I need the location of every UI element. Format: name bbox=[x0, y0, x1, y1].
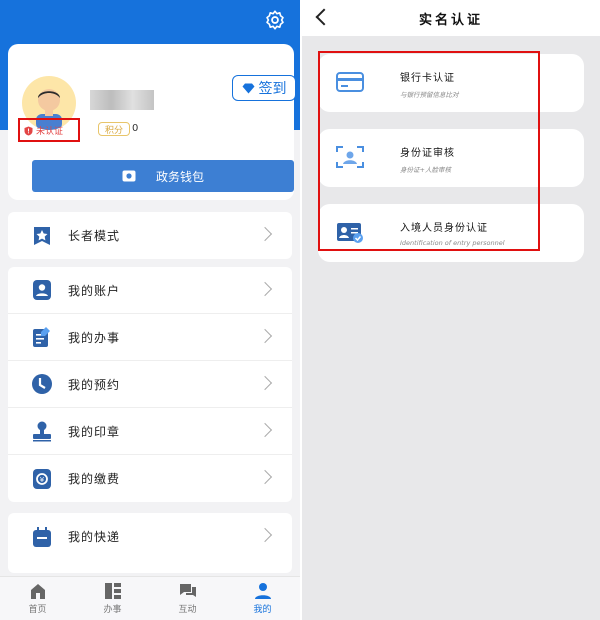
highlight-box-options bbox=[318, 51, 540, 251]
menu-label: 我的办事 bbox=[68, 330, 121, 345]
menu-group-express: 我的快递 bbox=[8, 513, 292, 573]
gov-wallet-button[interactable]: 政务钱包 bbox=[32, 160, 294, 192]
sign-in-button[interactable]: 签到 bbox=[232, 75, 296, 101]
username-blurred bbox=[90, 90, 154, 110]
chevron-right-icon bbox=[257, 422, 273, 438]
menu-item-my-payments[interactable]: ¥ 我的缴费 bbox=[8, 455, 292, 502]
menu-label: 我的账户 bbox=[68, 283, 121, 298]
tab-label: 首页 bbox=[28, 605, 47, 615]
tab-label: 互动 bbox=[178, 605, 197, 615]
menu-item-elder-mode[interactable]: 长者模式 bbox=[8, 212, 292, 259]
svg-text:¥: ¥ bbox=[40, 476, 45, 484]
menu-item-my-affairs[interactable]: 我的办事 bbox=[8, 314, 292, 361]
points-label: 积分 bbox=[105, 125, 124, 136]
menu-item-my-express[interactable]: 我的快递 bbox=[8, 513, 292, 560]
my-page-pane: 签到 未认证 积分 0 政务钱包 长者模式 我的账户 我的办事 我的预约 我的印… bbox=[0, 0, 300, 620]
top-bar: 实名认证 bbox=[302, 0, 600, 36]
tab-mine[interactable]: 我的 bbox=[225, 577, 300, 620]
diamond-icon bbox=[242, 83, 254, 93]
stamp-icon bbox=[30, 419, 54, 443]
profile-card: 签到 未认证 积分 0 政务钱包 bbox=[8, 44, 296, 200]
person-icon bbox=[254, 583, 271, 599]
menu-group-personal: 我的账户 我的办事 我的预约 我的印章 ¥ 我的缴费 bbox=[8, 267, 292, 502]
highlight-box-status bbox=[18, 118, 80, 142]
chevron-right-icon bbox=[257, 328, 273, 344]
menu-label: 我的印章 bbox=[68, 424, 121, 439]
account-icon bbox=[30, 278, 54, 302]
wallet-icon bbox=[122, 170, 136, 182]
bottom-tab-bar: 首页 办事 互动 我的 bbox=[0, 576, 300, 620]
document-edit-icon bbox=[30, 325, 54, 349]
star-badge-icon bbox=[30, 224, 54, 248]
tab-services[interactable]: 办事 bbox=[75, 577, 150, 620]
points-badge[interactable]: 积分 bbox=[98, 122, 131, 136]
chevron-right-icon bbox=[257, 226, 273, 242]
menu-group-elder: 长者模式 bbox=[8, 212, 292, 259]
menu-label: 我的预约 bbox=[68, 377, 121, 392]
wallet-label: 政务钱包 bbox=[155, 169, 204, 184]
menu-item-my-account[interactable]: 我的账户 bbox=[8, 267, 292, 314]
tab-label: 我的 bbox=[253, 605, 272, 615]
chevron-right-icon bbox=[257, 375, 273, 391]
chevron-right-icon bbox=[257, 527, 273, 543]
menu-label: 长者模式 bbox=[68, 229, 121, 243]
chat-icon bbox=[179, 584, 196, 597]
menu-label: 我的缴费 bbox=[68, 472, 121, 486]
menu-label: 我的快递 bbox=[68, 530, 121, 544]
clock-icon bbox=[30, 372, 54, 396]
sign-in-label: 签到 bbox=[258, 81, 287, 97]
menu-item-my-appointments[interactable]: 我的预约 bbox=[8, 361, 292, 408]
chevron-right-icon bbox=[257, 469, 273, 485]
home-icon bbox=[30, 584, 45, 599]
payment-icon: ¥ bbox=[30, 467, 54, 491]
chevron-right-icon bbox=[257, 281, 273, 297]
menu-item-my-seal[interactable]: 我的印章 bbox=[8, 408, 292, 455]
points-value: 0 bbox=[132, 123, 139, 134]
back-arrow-icon[interactable] bbox=[315, 8, 333, 26]
tab-home[interactable]: 首页 bbox=[0, 577, 75, 620]
real-name-auth-pane: 实名认证 银行卡认证 与银行预留信息比对 身份证审核 身份证+人脸审核 入境人员… bbox=[302, 0, 600, 620]
grid-icon bbox=[104, 583, 121, 599]
tab-label: 办事 bbox=[103, 605, 122, 615]
settings-gear-icon[interactable] bbox=[264, 9, 286, 31]
package-icon bbox=[30, 525, 54, 549]
page-title: 实名认证 bbox=[418, 12, 483, 28]
tab-interact[interactable]: 互动 bbox=[150, 577, 225, 620]
